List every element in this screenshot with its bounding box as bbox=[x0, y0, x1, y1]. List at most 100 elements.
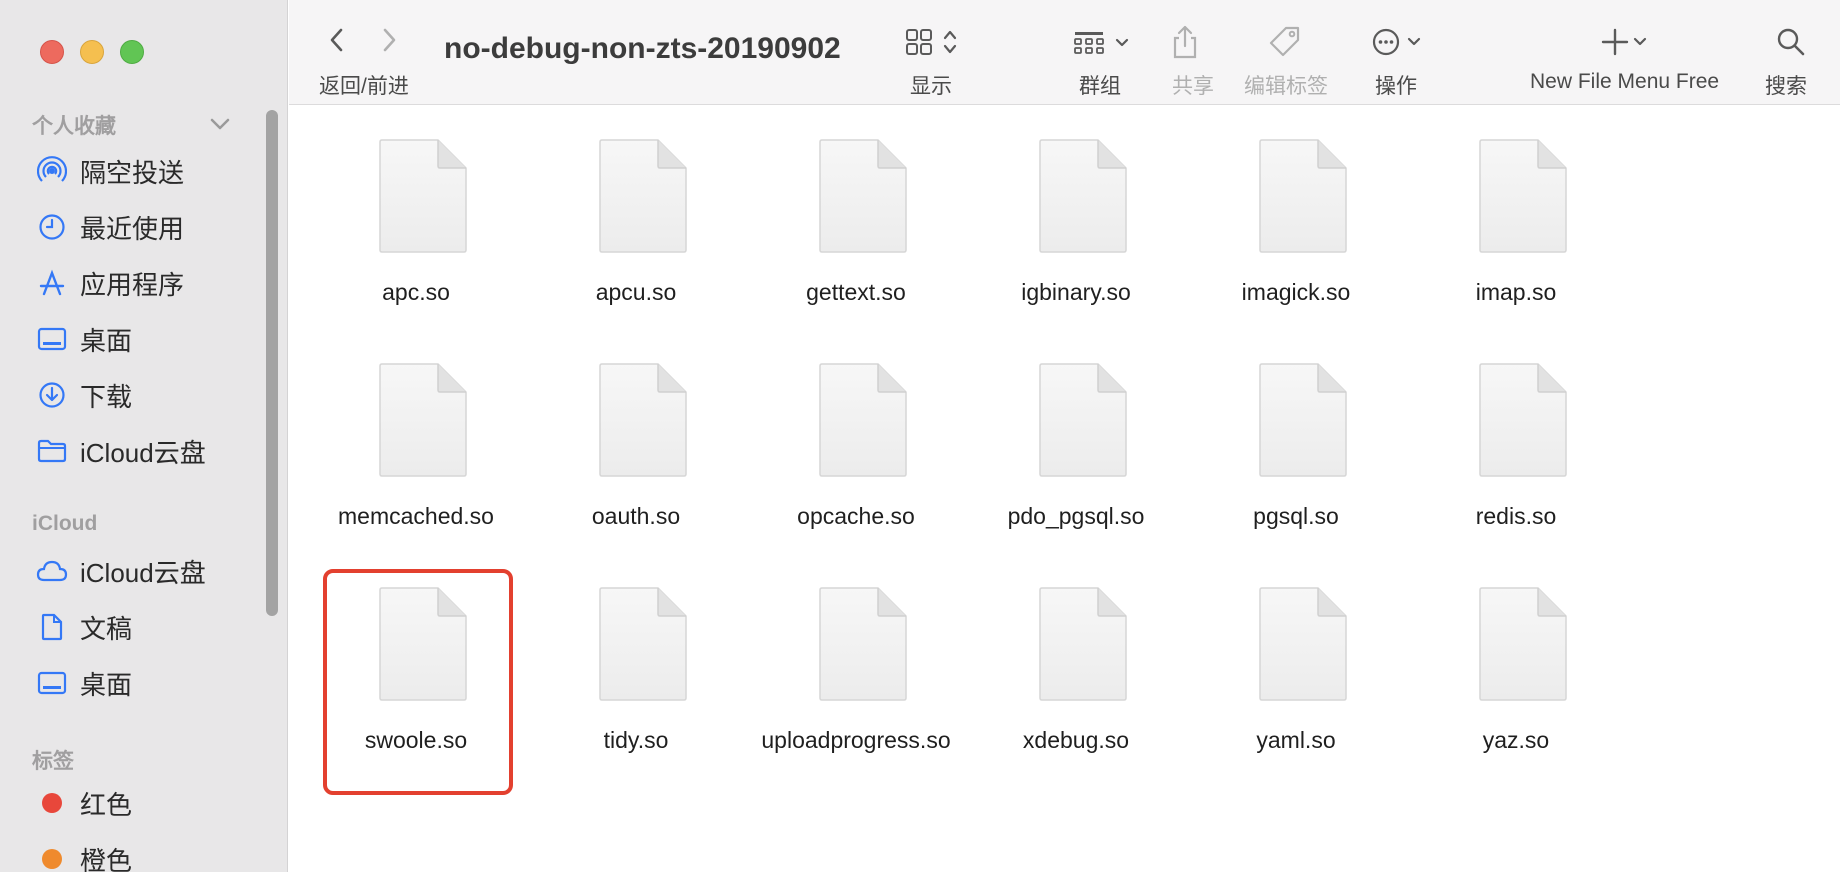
zoom-window-button[interactable] bbox=[120, 40, 144, 64]
search-label: 搜索 bbox=[1765, 75, 1807, 98]
sidebar-item-airdrop[interactable]: 隔空投送 bbox=[36, 148, 266, 194]
new-file-label: New File Menu Free bbox=[1530, 70, 1720, 93]
share-icon bbox=[1173, 25, 1197, 59]
sidebar-item-recents[interactable]: 最近使用 bbox=[36, 204, 266, 250]
document-file-icon bbox=[1258, 362, 1348, 478]
close-window-button[interactable] bbox=[40, 40, 64, 64]
tag-dot-icon bbox=[36, 787, 68, 819]
share-label: 共享 bbox=[1172, 75, 1214, 98]
group-button[interactable] bbox=[1073, 20, 1137, 64]
sidebar-item-documents[interactable]: 文稿 bbox=[36, 604, 266, 650]
sidebar-item-label: 桌面 bbox=[80, 669, 133, 700]
sidebar-item-icloud-drive[interactable]: iCloud云盘 bbox=[36, 428, 266, 474]
file-name: redis.so bbox=[1475, 503, 1557, 529]
sidebar-item-applications[interactable]: 应用程序 bbox=[36, 260, 266, 306]
file-name: tidy.so bbox=[603, 727, 669, 753]
sidebar-item-label: 橙色 bbox=[80, 845, 133, 872]
sidebar-item-label: 最近使用 bbox=[80, 213, 185, 244]
back-forward-group bbox=[319, 20, 439, 60]
applications-icon bbox=[36, 267, 68, 299]
file-name: apcu.so bbox=[595, 279, 677, 305]
document-file-icon bbox=[818, 362, 908, 478]
sidebar-item-downloads[interactable]: 下载 bbox=[36, 372, 266, 418]
back-button[interactable] bbox=[319, 20, 355, 60]
chevron-left-icon bbox=[330, 28, 343, 52]
file-name: imap.so bbox=[1475, 279, 1557, 305]
file-name: uploadprogress.so bbox=[761, 727, 951, 753]
document-file-icon bbox=[1478, 586, 1568, 702]
sidebar: 个人收藏 隔空投送 最近使用 应用程序 桌面 下载 iCloud云盘 iClou… bbox=[0, 0, 288, 872]
plus-icon bbox=[1601, 28, 1647, 56]
sidebar-item-desktop-2[interactable]: 桌面 bbox=[36, 660, 266, 706]
search-button[interactable] bbox=[1771, 20, 1811, 64]
document-file-icon bbox=[1038, 586, 1128, 702]
view-button[interactable] bbox=[905, 20, 965, 64]
edit-tags-label: 编辑标签 bbox=[1244, 75, 1328, 98]
grid-view-icon bbox=[906, 29, 957, 55]
document-file-icon bbox=[1258, 586, 1348, 702]
file-name: pdo_pgsql.so bbox=[1007, 503, 1145, 529]
action-button[interactable] bbox=[1371, 20, 1431, 64]
chevron-right-icon bbox=[383, 28, 396, 52]
document-file-icon bbox=[1478, 138, 1568, 254]
document-file-icon bbox=[1038, 362, 1128, 478]
file-name: yaml.so bbox=[1256, 727, 1336, 753]
window-title: no-debug-non-zts-20190902 bbox=[444, 32, 841, 65]
group-label: 群组 bbox=[1079, 75, 1121, 98]
sidebar-item-label: 下载 bbox=[80, 381, 133, 412]
document-icon bbox=[36, 611, 68, 643]
icloud-heading: iCloud bbox=[32, 512, 98, 535]
sidebar-item-icloud-drive-2[interactable]: iCloud云盘 bbox=[36, 548, 266, 594]
file-name: pgsql.so bbox=[1253, 503, 1339, 529]
file-name: apc.so bbox=[382, 279, 450, 305]
file-name: oauth.so bbox=[591, 503, 681, 529]
sidebar-item-label: iCloud云盘 bbox=[80, 437, 206, 468]
document-file-icon bbox=[598, 362, 688, 478]
clock-icon bbox=[36, 211, 68, 243]
tags-heading: 标签 bbox=[32, 750, 74, 773]
file-name: yaz.so bbox=[1482, 727, 1550, 753]
action-label: 操作 bbox=[1375, 75, 1417, 98]
sidebar-item-tag-orange[interactable]: 橙色 bbox=[36, 836, 266, 872]
document-file-icon bbox=[378, 362, 468, 478]
forward-button[interactable] bbox=[371, 20, 407, 60]
minimize-window-button[interactable] bbox=[80, 40, 104, 64]
file-name: memcached.so bbox=[338, 503, 494, 529]
document-file-icon bbox=[378, 586, 468, 702]
new-file-button[interactable] bbox=[1601, 20, 1657, 64]
document-file-icon bbox=[818, 138, 908, 254]
cloud-icon bbox=[36, 555, 68, 587]
document-file-icon bbox=[1478, 362, 1568, 478]
sidebar-scrollbar[interactable] bbox=[266, 110, 278, 616]
chevron-down-icon[interactable] bbox=[208, 112, 232, 136]
desktop-icon bbox=[36, 667, 68, 699]
file-name: swoole.so bbox=[364, 727, 468, 753]
share-button[interactable] bbox=[1165, 20, 1205, 64]
airdrop-icon bbox=[36, 155, 68, 187]
file-name: igbinary.so bbox=[1021, 279, 1131, 305]
sidebar-item-label: 桌面 bbox=[80, 325, 133, 356]
sidebar-item-label: 文稿 bbox=[80, 613, 133, 644]
file-name: imagick.so bbox=[1241, 279, 1351, 305]
sidebar-item-label: iCloud云盘 bbox=[80, 557, 206, 588]
file-name: opcache.so bbox=[797, 503, 915, 529]
sidebar-item-tag-red[interactable]: 红色 bbox=[36, 780, 266, 826]
file-name: gettext.so bbox=[806, 279, 906, 305]
sidebar-item-desktop[interactable]: 桌面 bbox=[36, 316, 266, 362]
document-file-icon bbox=[378, 138, 468, 254]
document-file-icon bbox=[818, 586, 908, 702]
file-grid: apc.so apcu.so gettext.so igbinary.so imagic… bbox=[289, 106, 1840, 872]
favorites-heading: 个人收藏 bbox=[32, 115, 116, 138]
desktop-icon bbox=[36, 323, 68, 355]
download-icon bbox=[36, 379, 68, 411]
view-label: 显示 bbox=[910, 75, 952, 98]
ellipsis-circle-icon bbox=[1372, 28, 1421, 56]
search-icon bbox=[1777, 28, 1805, 56]
sidebar-item-label: 应用程序 bbox=[80, 269, 185, 300]
edit-tags-button[interactable] bbox=[1265, 20, 1305, 64]
file-name: xdebug.so bbox=[1022, 727, 1130, 753]
toolbar: 返回/前进 no-debug-non-zts-20190902 显示 群组 共享… bbox=[289, 0, 1840, 105]
document-file-icon bbox=[598, 138, 688, 254]
sidebar-item-label: 红色 bbox=[80, 789, 133, 820]
document-file-icon bbox=[1038, 138, 1128, 254]
